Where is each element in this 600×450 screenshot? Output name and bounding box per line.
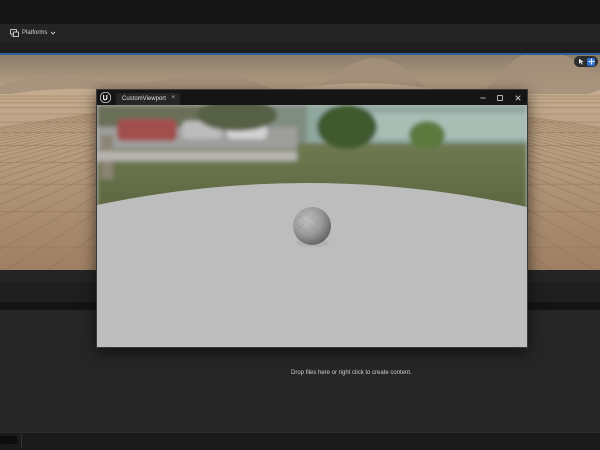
move-arrows-icon xyxy=(587,58,595,65)
tab-custom-viewport[interactable]: CustomViewport × xyxy=(116,93,180,105)
move-tool-button[interactable] xyxy=(587,57,595,66)
select-tool-button[interactable] xyxy=(577,58,585,66)
chevron-down-icon xyxy=(51,31,56,35)
close-icon xyxy=(515,94,521,101)
select-cursor-icon xyxy=(578,58,584,65)
custom-viewport-render[interactable] xyxy=(97,105,527,347)
window-titlebar[interactable]: CustomViewport × xyxy=(97,90,527,105)
status-bar-divider xyxy=(21,434,22,448)
custom-viewport-window: CustomViewport × xyxy=(96,89,528,348)
viewport-scene xyxy=(97,105,527,347)
platforms-dropdown[interactable]: Platforms xyxy=(10,29,56,37)
viewport-transform-tools xyxy=(574,56,598,67)
main-toolbar: Platforms xyxy=(0,24,600,42)
content-drop-hint: Drop files here or right click to create… xyxy=(291,370,412,376)
unreal-engine-logo-icon xyxy=(100,92,111,103)
tab-close-button[interactable]: × xyxy=(171,95,175,101)
platforms-icon xyxy=(10,29,19,37)
tab-label: CustomViewport xyxy=(122,96,166,102)
minimize-icon xyxy=(480,97,486,98)
status-bar-chip[interactable] xyxy=(0,436,17,444)
status-bar xyxy=(0,432,600,450)
close-button[interactable] xyxy=(512,92,524,103)
viewport-selection-border xyxy=(0,53,600,55)
platforms-label: Platforms xyxy=(22,30,48,36)
minimize-button[interactable] xyxy=(477,92,489,103)
editor-title-strip xyxy=(0,0,600,24)
maximize-icon xyxy=(497,94,503,101)
maximize-button[interactable] xyxy=(494,92,506,103)
